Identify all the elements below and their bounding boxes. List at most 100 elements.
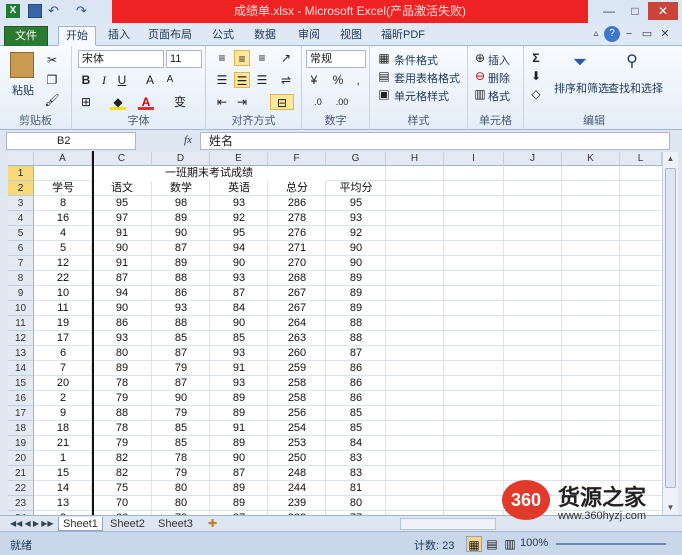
sheet-tab-2[interactable]: Sheet2 bbox=[106, 517, 149, 531]
table-cell[interactable]: 258 bbox=[268, 391, 326, 406]
table-cell[interactable]: 82 bbox=[92, 466, 152, 481]
row-header[interactable]: 18 bbox=[8, 421, 34, 436]
table-cell[interactable]: 78 bbox=[152, 451, 210, 466]
table-cell[interactable]: 86 bbox=[152, 286, 210, 301]
table-cell[interactable]: 89 bbox=[210, 496, 268, 511]
close-button[interactable]: ✕ bbox=[648, 2, 678, 20]
copy-icon[interactable]: ❐ bbox=[44, 72, 60, 88]
minimize-button[interactable]: — bbox=[596, 2, 622, 20]
sheet-nav-arrows[interactable]: ◀◀ ◀ ▶ ▶▶ bbox=[6, 517, 58, 531]
table-cell[interactable]: 85 bbox=[326, 406, 386, 421]
table-cell[interactable]: 90 bbox=[152, 391, 210, 406]
table-cell[interactable]: 87 bbox=[152, 346, 210, 361]
table-cell[interactable]: 12 bbox=[34, 256, 92, 271]
save-icon[interactable] bbox=[28, 4, 42, 18]
table-cell[interactable]: 95 bbox=[210, 226, 268, 241]
table-cell[interactable]: 84 bbox=[210, 301, 268, 316]
row-header[interactable]: 7 bbox=[8, 256, 34, 271]
table-cell[interactable]: 92 bbox=[326, 226, 386, 241]
table-cell[interactable]: 89 bbox=[326, 286, 386, 301]
find-select-icon[interactable]: ⚲ bbox=[620, 50, 644, 74]
minimize-ribbon-icon[interactable]: ▵ bbox=[588, 26, 604, 42]
undo-icon[interactable]: ↶ bbox=[48, 4, 62, 18]
table-cell[interactable]: 1 bbox=[34, 451, 92, 466]
table-cell[interactable]: 15 bbox=[34, 466, 92, 481]
table-cell[interactable]: 248 bbox=[268, 466, 326, 481]
table-cell[interactable]: 75 bbox=[92, 481, 152, 496]
table-cell[interactable]: 88 bbox=[326, 316, 386, 331]
table-cell[interactable]: 90 bbox=[210, 451, 268, 466]
table-cell[interactable]: 4 bbox=[34, 226, 92, 241]
table-cell[interactable]: 85 bbox=[326, 421, 386, 436]
increase-indent-icon[interactable]: ⇥ bbox=[234, 94, 250, 110]
table-cell[interactable]: 80 bbox=[326, 496, 386, 511]
page-layout-view-icon[interactable]: ▤ bbox=[484, 536, 500, 552]
row-header[interactable]: 22 bbox=[8, 481, 34, 496]
font-name-select[interactable]: 宋体 bbox=[78, 50, 164, 68]
table-cell[interactable]: 259 bbox=[268, 361, 326, 376]
table-cell[interactable]: 93 bbox=[210, 271, 268, 286]
row-header[interactable]: 21 bbox=[8, 466, 34, 481]
scroll-thumb[interactable] bbox=[665, 168, 676, 488]
select-all-corner[interactable] bbox=[8, 152, 34, 166]
row-header[interactable]: 20 bbox=[8, 451, 34, 466]
sheet-tab-3[interactable]: Sheet3 bbox=[154, 517, 197, 531]
table-cell[interactable]: 85 bbox=[152, 331, 210, 346]
increase-decimal-icon[interactable]: .0 bbox=[310, 94, 326, 110]
table-cell[interactable]: 91 bbox=[92, 226, 152, 241]
insert-cells-button[interactable]: 插入 bbox=[488, 52, 510, 68]
new-sheet-icon[interactable]: ✚ bbox=[204, 517, 221, 531]
format-painter-icon[interactable]: 🖌 bbox=[44, 92, 60, 108]
column-header[interactable]: E bbox=[210, 152, 268, 166]
tab-data[interactable]: 数据 bbox=[250, 26, 280, 46]
table-cell[interactable]: 85 bbox=[152, 421, 210, 436]
table-cell[interactable]: 88 bbox=[152, 316, 210, 331]
table-cell[interactable]: 87 bbox=[152, 376, 210, 391]
tab-review[interactable]: 审阅 bbox=[294, 26, 324, 46]
table-cell[interactable]: 91 bbox=[92, 256, 152, 271]
tab-page-layout[interactable]: 页面布局 bbox=[148, 26, 192, 46]
table-cell[interactable]: 250 bbox=[268, 451, 326, 466]
table-cell[interactable]: 8 bbox=[34, 196, 92, 211]
table-cell[interactable]: 10 bbox=[34, 286, 92, 301]
table-header-cell[interactable]: 英语 bbox=[210, 181, 268, 196]
sort-filter-button[interactable]: 排序和筛选 bbox=[554, 80, 609, 96]
table-cell[interactable]: 93 bbox=[92, 331, 152, 346]
table-cell[interactable]: 93 bbox=[210, 346, 268, 361]
table-cell[interactable]: 87 bbox=[210, 466, 268, 481]
name-box[interactable]: B2 bbox=[6, 132, 136, 150]
fill-icon[interactable]: ⬇ bbox=[528, 68, 544, 84]
row-header[interactable]: 8 bbox=[8, 271, 34, 286]
table-cell[interactable]: 258 bbox=[268, 376, 326, 391]
comma-button[interactable]: , bbox=[350, 72, 366, 88]
table-cell[interactable]: 95 bbox=[92, 196, 152, 211]
table-cell[interactable]: 93 bbox=[210, 196, 268, 211]
table-cell[interactable]: 86 bbox=[326, 361, 386, 376]
paste-icon[interactable] bbox=[10, 52, 34, 78]
tab-foxit-pdf[interactable]: 福昕PDF bbox=[378, 26, 428, 46]
table-cell[interactable]: 87 bbox=[152, 241, 210, 256]
table-cell[interactable]: 86 bbox=[326, 391, 386, 406]
column-header[interactable]: I bbox=[444, 152, 504, 166]
table-cell[interactable]: 84 bbox=[326, 436, 386, 451]
conditional-format-button[interactable]: 条件格式 bbox=[394, 52, 438, 68]
table-cell[interactable]: 89 bbox=[210, 481, 268, 496]
table-cell[interactable]: 90 bbox=[210, 256, 268, 271]
row-header[interactable]: 12 bbox=[8, 331, 34, 346]
cell-style-icon[interactable]: ▣ bbox=[376, 86, 392, 102]
formula-input[interactable]: 姓名 bbox=[200, 132, 670, 150]
table-cell[interactable]: 89 bbox=[92, 361, 152, 376]
row-header[interactable]: 5 bbox=[8, 226, 34, 241]
phonetic-button[interactable]: 变 bbox=[172, 94, 188, 110]
row-header[interactable]: 1 bbox=[8, 166, 34, 181]
table-cell[interactable]: 86 bbox=[326, 376, 386, 391]
table-cell[interactable]: 14 bbox=[34, 481, 92, 496]
row-header[interactable]: 9 bbox=[8, 286, 34, 301]
table-cell[interactable]: 19 bbox=[34, 316, 92, 331]
format-cells-icon[interactable]: ▥ bbox=[472, 86, 488, 102]
table-header-cell[interactable]: 平均分 bbox=[326, 181, 386, 196]
table-cell[interactable]: 260 bbox=[268, 346, 326, 361]
table-cell[interactable]: 98 bbox=[152, 196, 210, 211]
table-cell[interactable]: 86 bbox=[92, 316, 152, 331]
table-cell[interactable]: 93 bbox=[152, 301, 210, 316]
